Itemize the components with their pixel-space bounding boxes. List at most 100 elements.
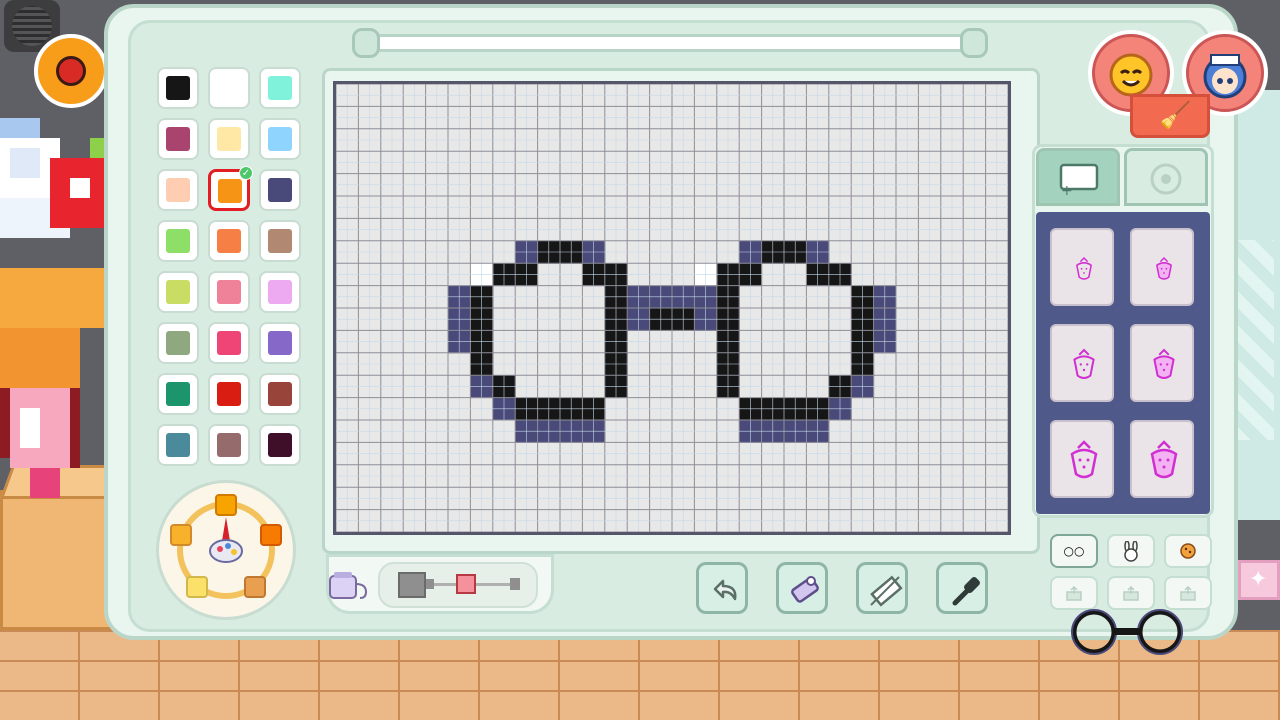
palette-color-13[interactable] — [208, 271, 250, 313]
color-wheel-icon — [170, 494, 282, 599]
preset-slot-empty[interactable] — [1164, 576, 1212, 610]
color-swatch — [217, 433, 241, 457]
brush-size-preview — [398, 572, 426, 598]
color-swatch — [166, 178, 190, 202]
palette-color-2[interactable] — [259, 67, 301, 109]
strawberry-small-icon — [1075, 256, 1093, 280]
strawberry-medium-icon — [1155, 256, 1173, 280]
color-swatch — [217, 127, 241, 151]
color-swatch — [217, 280, 241, 304]
ladybug-icon — [56, 56, 86, 86]
ladybug-badge[interactable] — [34, 34, 108, 108]
color-swatch — [166, 229, 190, 253]
template-grid — [1036, 212, 1210, 514]
template-card-4[interactable] — [1050, 420, 1114, 498]
top-tube-decoration — [352, 28, 990, 58]
undo-button[interactable] — [696, 562, 748, 614]
palette-color-14[interactable] — [259, 271, 301, 313]
color-swatch — [166, 127, 190, 151]
tube-cap-left — [352, 28, 380, 58]
palette-color-19[interactable] — [208, 373, 250, 415]
preset-slot-cookie[interactable] — [1164, 534, 1212, 568]
eraser-icon — [791, 576, 819, 603]
color-swatch — [268, 280, 292, 304]
color-swatch — [268, 127, 292, 151]
pixel-canvas[interactable] — [333, 81, 1011, 535]
bunny-icon — [1124, 540, 1138, 562]
palette-color-8[interactable] — [259, 169, 301, 211]
tab-rotate-template[interactable] — [1124, 148, 1208, 206]
strawberry-large-icon — [1070, 440, 1098, 479]
template-card-0[interactable] — [1050, 228, 1114, 306]
empty-slot-icon — [1180, 585, 1196, 601]
top-tube — [372, 34, 972, 52]
template-card-2[interactable] — [1050, 324, 1114, 402]
pink-sign: ✦ — [1238, 560, 1280, 600]
palette-color-5[interactable] — [259, 118, 301, 160]
palette-color-3[interactable] — [157, 118, 199, 160]
sparkle-icon: ✦ — [1249, 567, 1268, 592]
color-swatch — [166, 433, 190, 457]
slider-max-marker — [510, 578, 520, 590]
cardboard-box — [0, 490, 112, 630]
preset-slot-empty[interactable] — [1050, 576, 1098, 610]
palette-color-18[interactable] — [157, 373, 199, 415]
color-swatch — [166, 280, 190, 304]
palette-color-15[interactable] — [157, 322, 199, 364]
template-card-5[interactable] — [1130, 420, 1194, 498]
tube-cap-right — [960, 28, 988, 58]
palette-color-23[interactable] — [259, 424, 301, 466]
palette-color-7[interactable]: ✓ — [208, 166, 253, 211]
preset-slot-glasses[interactable]: ○○ — [1050, 534, 1098, 568]
color-swatch — [268, 382, 292, 406]
undo-icon — [713, 579, 737, 601]
template-card-1[interactable] — [1130, 228, 1194, 306]
color-swatch — [268, 178, 292, 202]
color-swatch — [218, 179, 242, 203]
eyedropper-icon — [952, 577, 980, 606]
palette-color-1[interactable] — [208, 67, 250, 109]
palette-color-0[interactable] — [157, 67, 199, 109]
color-swatch — [268, 433, 292, 457]
palette-color-11[interactable] — [259, 220, 301, 262]
empty-slot-icon — [1123, 585, 1139, 601]
eraser-button[interactable] — [776, 562, 828, 614]
cookie-icon — [1180, 543, 1196, 559]
palette-color-20[interactable] — [259, 373, 301, 415]
palette-color-10[interactable] — [208, 220, 250, 262]
palette-color-17[interactable] — [259, 322, 301, 364]
color-swatch — [166, 331, 190, 355]
paint-bucket-icon[interactable] — [326, 566, 370, 606]
color-swatch — [268, 76, 292, 100]
clear-icon — [870, 575, 903, 607]
glasses-preview — [1071, 609, 1183, 655]
rotate-icon — [1150, 163, 1182, 195]
palette-color-16[interactable] — [208, 322, 250, 364]
palette-color-4[interactable] — [208, 118, 250, 160]
color-swatch — [217, 229, 241, 253]
palette-color-12[interactable] — [157, 271, 199, 313]
color-swatch — [217, 76, 241, 100]
color-wheel-button[interactable] — [156, 480, 296, 620]
pixel-grid — [335, 83, 1009, 533]
slider-knob[interactable] — [456, 574, 476, 594]
color-swatch — [217, 331, 241, 355]
slider-min-marker — [426, 579, 434, 589]
palette-color-6[interactable] — [157, 169, 199, 211]
palette-color-21[interactable] — [157, 424, 199, 466]
color-swatch — [166, 76, 190, 100]
svg-text:+: + — [1061, 183, 1073, 199]
clear-button[interactable] — [856, 562, 908, 614]
eyedropper-button[interactable] — [936, 562, 988, 614]
strawberry-large-3d-icon — [1150, 440, 1178, 479]
palette-color-9[interactable] — [157, 220, 199, 262]
tab-add-template[interactable]: + — [1036, 148, 1120, 206]
color-swatch — [217, 382, 241, 406]
selected-check-icon: ✓ — [239, 166, 253, 180]
empty-slot-icon — [1066, 585, 1082, 601]
brush-tab[interactable]: 🧹 — [1130, 94, 1210, 138]
template-card-3[interactable] — [1130, 324, 1194, 402]
preset-slot-bunny[interactable] — [1107, 534, 1155, 568]
palette-color-22[interactable] — [208, 424, 250, 466]
preset-slot-empty[interactable] — [1107, 576, 1155, 610]
